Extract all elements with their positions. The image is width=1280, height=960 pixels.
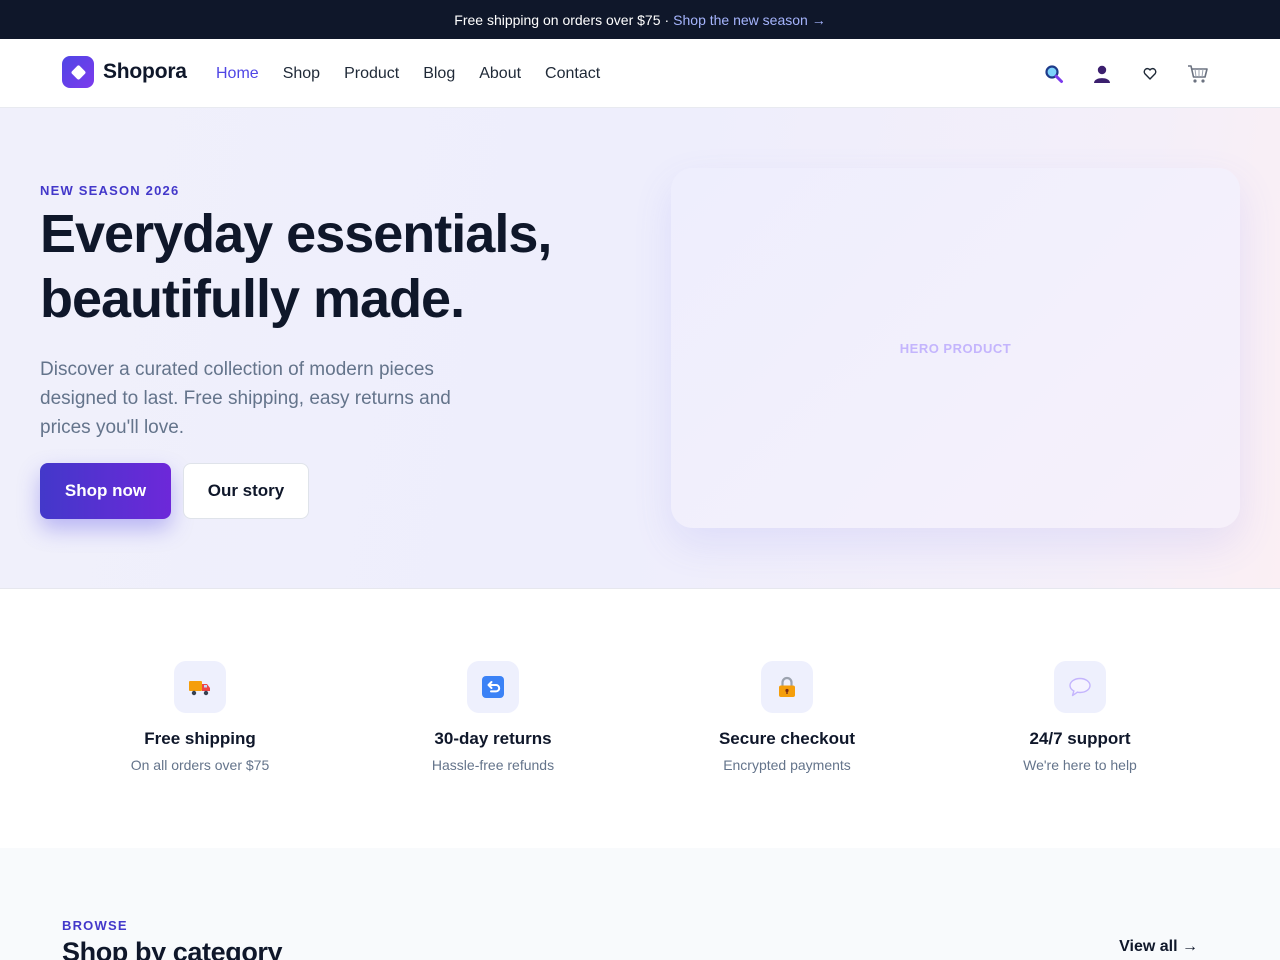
feature-subtitle: Hassle-free refunds [431, 757, 555, 773]
announcement-separator: · [664, 11, 670, 28]
heart-icon[interactable] [1138, 62, 1162, 86]
primary-nav: Home Shop Product Blog About Contact [216, 39, 624, 108]
nav-link-blog[interactable]: Blog [423, 65, 455, 83]
hero-section: NEW SEASON 2026 Everyday essentials, bea… [0, 108, 1280, 589]
return-icon [467, 661, 519, 713]
shop-now-button[interactable]: Shop now [40, 463, 171, 519]
cart-icon[interactable] [1186, 62, 1210, 86]
browse-section: BROWSE Shop by category View all → [0, 848, 1280, 960]
hero-eyebrow: NEW SEASON 2026 [40, 183, 180, 198]
feature-subtitle: On all orders over $75 [130, 757, 270, 773]
hero-title-line-2: beautifully made. [40, 269, 465, 329]
feature-free-shipping: Free shipping On all orders over $75 [80, 661, 320, 773]
hero-image-placeholder-label: HERO PRODUCT [899, 340, 1012, 356]
chat-icon [1054, 661, 1106, 713]
features-section: Free shipping On all orders over $75 30-… [0, 589, 1280, 848]
feature-title: 24/7 support [1029, 729, 1131, 748]
announcement-link[interactable]: Shop the new season → [673, 12, 826, 28]
nav-link-about[interactable]: About [479, 65, 521, 83]
feature-subtitle: Encrypted payments [723, 757, 851, 773]
our-story-button[interactable]: Our story [183, 463, 309, 519]
feature-title: Free shipping [144, 729, 256, 748]
announcement-bar: Free shipping on orders over $75 · Shop … [0, 0, 1280, 39]
hero-product-image: HERO PRODUCT [671, 168, 1240, 528]
feature-secure-checkout: Secure checkout Encrypted payments [667, 661, 907, 773]
browse-eyebrow: BROWSE [62, 918, 128, 933]
view-all-link[interactable]: View all → [1119, 938, 1198, 956]
feature-support: 24/7 support We're here to help [960, 661, 1200, 773]
feature-subtitle: We're here to help [1023, 757, 1137, 773]
nav-actions [1018, 39, 1210, 108]
lock-icon [761, 661, 813, 713]
feature-title: Secure checkout [718, 729, 856, 748]
nav-link-contact[interactable]: Contact [545, 65, 600, 83]
brand-name: Shopora [103, 60, 187, 83]
hero-title-line-1: Everyday essentials, [40, 204, 552, 264]
brand-logo[interactable]: Shopora [62, 56, 187, 88]
feature-title: 30-day returns [434, 729, 552, 748]
hero-subtitle: Discover a curated collection of modern … [40, 359, 451, 438]
nav-link-shop[interactable]: Shop [283, 65, 320, 83]
truck-icon [174, 661, 226, 713]
announcement-text: Free shipping on orders over $75 [454, 11, 661, 28]
browse-title: Shop by category [62, 937, 283, 960]
nav-link-product[interactable]: Product [344, 65, 399, 83]
search-icon[interactable] [1042, 62, 1066, 86]
main-navbar: Shopora Home Shop Product Blog About Con… [0, 39, 1280, 108]
feature-returns: 30-day returns Hassle-free refunds [373, 661, 613, 773]
hero-title: Everyday essentials, beautifully made. [40, 202, 640, 332]
logo-diamond-icon [62, 56, 94, 88]
nav-link-home[interactable]: Home [216, 65, 259, 83]
user-icon[interactable] [1090, 62, 1114, 86]
